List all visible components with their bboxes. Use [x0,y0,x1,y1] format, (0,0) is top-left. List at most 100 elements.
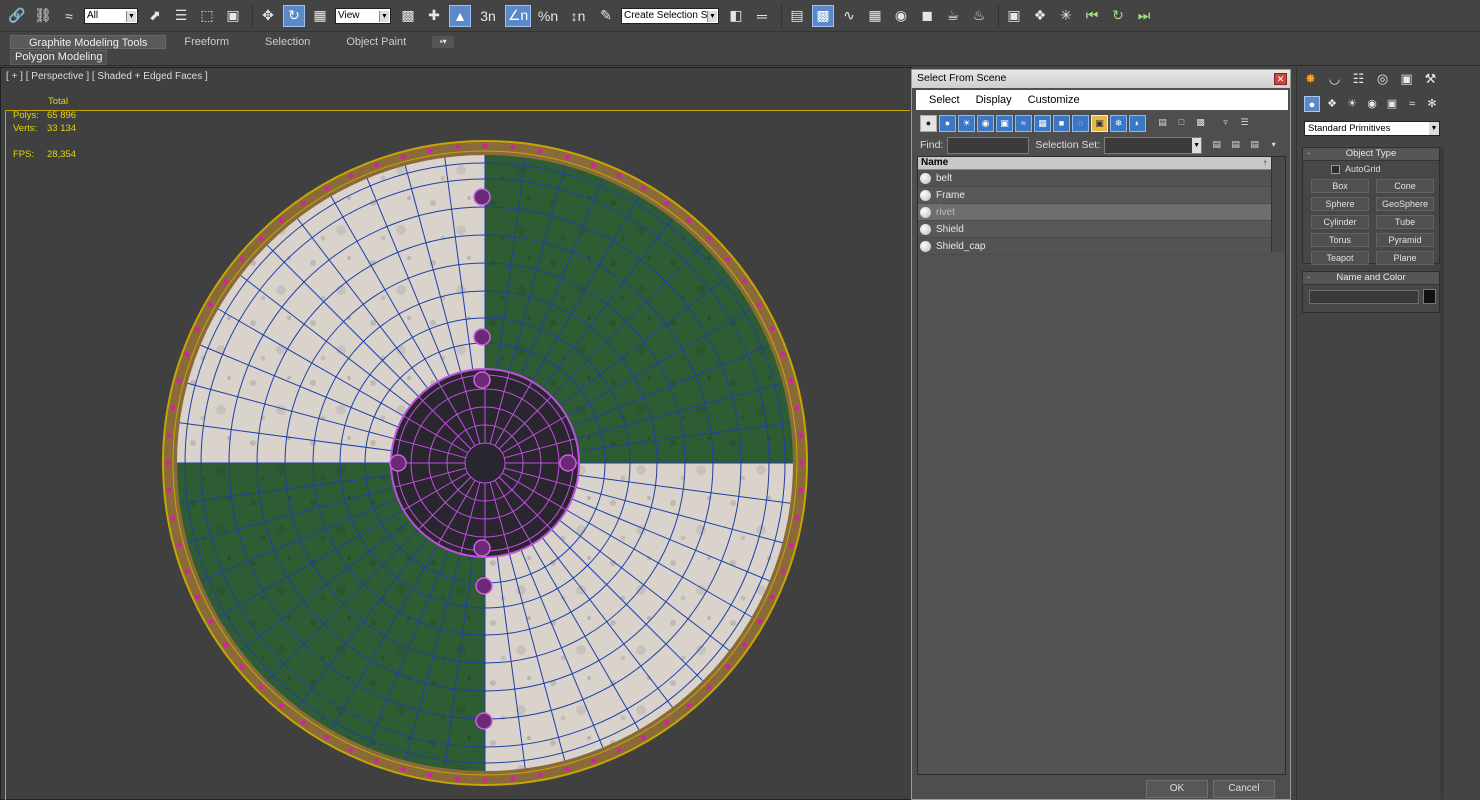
container-icon[interactable]: ▣ [1003,5,1025,27]
list-item[interactable]: Frame [918,187,1271,204]
helpers-icon[interactable]: ▣ [1384,96,1400,112]
lights-icon[interactable]: ☀ [1344,96,1360,112]
render-frame-icon[interactable]: ☕ [942,5,964,27]
rotate-icon[interactable]: ↻ [283,4,305,27]
edit-named-selection-icon[interactable]: ✎ [595,5,617,27]
cameras-icon[interactable]: ◉ [1364,96,1380,112]
object-type-rollout-header[interactable]: - Object Type [1303,148,1439,161]
list-item[interactable]: Shield_cap [918,238,1271,255]
select-by-name-icon[interactable]: ☰ [170,5,192,27]
display-shapes-icon[interactable]: ● [939,114,956,132]
align-icon[interactable]: ═ [751,5,773,27]
primitive-category-dropdown[interactable]: Standard Primitives ▼ [1304,121,1440,136]
select-object-icon[interactable]: ⬈ [144,5,166,27]
display-lights-icon[interactable]: ☀ [958,114,975,132]
tab-graphite-modeling-tools[interactable]: Graphite Modeling Tools [10,35,167,49]
dialog-titlebar[interactable]: Select From Scene ✕ [912,70,1290,88]
auto-key-icon[interactable]: ↻ [1107,5,1129,27]
object-name-input[interactable] [1309,290,1419,304]
unlink-icon[interactable]: ⛓ [32,5,54,27]
percent-snap-icon[interactable]: %n [535,5,561,27]
named-selection-dropdown[interactable]: Create Selection Se ▼ [621,7,719,24]
tube-button[interactable]: Tube [1376,215,1434,229]
torus-button[interactable]: Torus [1311,233,1369,247]
snaps-toggle-icon[interactable]: 3n [475,5,501,27]
display-containers-icon[interactable]: ▣ [1091,114,1108,132]
sort-ascending-icon[interactable]: ↑ [1263,157,1267,169]
toolbar-overflow-icon[interactable]: ▾ [1265,137,1282,154]
hierarchy-tab-icon[interactable]: ☷ [1349,69,1368,88]
display-cameras-icon[interactable]: ◉ [977,114,994,132]
material-editor-icon[interactable]: ◉ [890,5,912,27]
cone-button[interactable]: Cone [1376,179,1434,193]
display-none-icon[interactable]: □ [1173,115,1190,132]
key-mode-icon[interactable]: ⏮ [1081,5,1103,27]
filter-icon[interactable]: ▿ [1217,115,1234,132]
display-space-warps-icon[interactable]: ≈ [1015,114,1032,132]
viewport-label[interactable]: [ + ] [ Perspective ] [ Shaded + Edged F… [6,71,208,82]
tab-object-paint[interactable]: Object Paint [328,35,424,49]
selection-filter-dropdown[interactable]: All ▼ [84,7,138,24]
menu-select[interactable]: Select [929,94,960,106]
filter-options-icon[interactable]: ☰ [1236,115,1253,132]
box-button[interactable]: Box [1311,179,1369,193]
add-selection-set-icon[interactable]: ▤ [1208,137,1225,154]
ribbon-options-icon[interactable]: ▪▾ [432,36,455,48]
display-all-icon[interactable]: ▤ [1154,115,1171,132]
move-icon[interactable]: ✥ [257,5,279,27]
name-and-color-rollout-header[interactable]: - Name and Color [1303,272,1439,285]
geosphere-button[interactable]: GeoSphere [1376,197,1434,211]
render-production-icon[interactable]: ♨ [968,5,990,27]
bind-space-warp-icon[interactable]: ≈ [58,5,80,27]
sphere-button[interactable]: Sphere [1311,197,1369,211]
menu-customize[interactable]: Customize [1028,94,1080,106]
list-scrollbar[interactable] [1271,157,1285,252]
tab-selection[interactable]: Selection [247,35,328,49]
rectangular-selection-icon[interactable]: ⬚ [196,5,218,27]
ok-button[interactable]: OK [1146,780,1208,798]
display-helpers-icon[interactable]: ▣ [996,114,1013,132]
keyboard-shortcut-override-icon[interactable]: ▲ [449,4,471,27]
modify-tab-icon[interactable]: ◡ [1325,69,1344,88]
schematic-view-icon[interactable]: ▦ [864,5,886,27]
spinner-snap-icon[interactable]: ↕n [565,5,591,27]
close-icon[interactable]: ✕ [1274,73,1287,85]
scale-icon[interactable]: ▦ [309,5,331,27]
list-item[interactable]: rivet [918,204,1271,221]
display-geometry-icon[interactable]: ● [920,114,937,132]
curve-editor-icon[interactable]: ∿ [838,5,860,27]
display-frozen-icon[interactable]: ❄ [1110,114,1127,132]
object-color-swatch[interactable] [1423,289,1436,304]
create-tab-icon[interactable]: ✸ [1301,69,1320,88]
display-hidden-icon[interactable]: ◐ [1129,114,1146,132]
geometry-icon[interactable]: ● [1304,96,1320,112]
mirror-icon[interactable]: ◧ [725,5,747,27]
window-crossing-icon[interactable]: ▣ [222,5,244,27]
space-warps-icon[interactable]: ≈ [1404,96,1420,112]
display-xrefs-icon[interactable]: ■ [1053,114,1070,132]
ribbon-panel-polygon-modeling[interactable]: Polygon Modeling [10,50,108,65]
list-item[interactable]: belt [918,170,1271,187]
find-input[interactable] [947,136,1030,154]
motion-tab-icon[interactable]: ◎ [1373,69,1392,88]
plane-button[interactable]: Plane [1376,251,1434,265]
display-groups-icon[interactable]: ▦ [1034,114,1051,132]
display-bones-icon[interactable]: ◌ [1072,114,1089,132]
autogrid-checkbox[interactable]: AutoGrid [1331,164,1381,174]
utilities-tab-icon[interactable]: ⚒ [1421,69,1440,88]
pyramid-button[interactable]: Pyramid [1376,233,1434,247]
display-tab-icon[interactable]: ▣ [1397,69,1416,88]
display-invert-icon[interactable]: ▩ [1192,115,1209,132]
list-item[interactable]: Shield [918,221,1271,238]
shapes-icon[interactable]: ❖ [1324,96,1340,112]
tab-freeform[interactable]: Freeform [166,35,247,49]
link-icon[interactable]: 🔗 [6,5,28,27]
angle-snap-icon[interactable]: ∠n [505,4,531,27]
pivot-center-icon[interactable]: ▩ [397,5,419,27]
teapot-button[interactable]: Teapot [1311,251,1369,265]
wrench-icon[interactable]: ✳ [1055,5,1077,27]
render-setup-icon[interactable]: ◼ [916,5,938,27]
remove-selection-set-icon[interactable]: ▤ [1246,137,1263,154]
column-header-name[interactable]: Name ↑ [918,157,1271,170]
systems-icon[interactable]: ✻ [1424,96,1440,112]
